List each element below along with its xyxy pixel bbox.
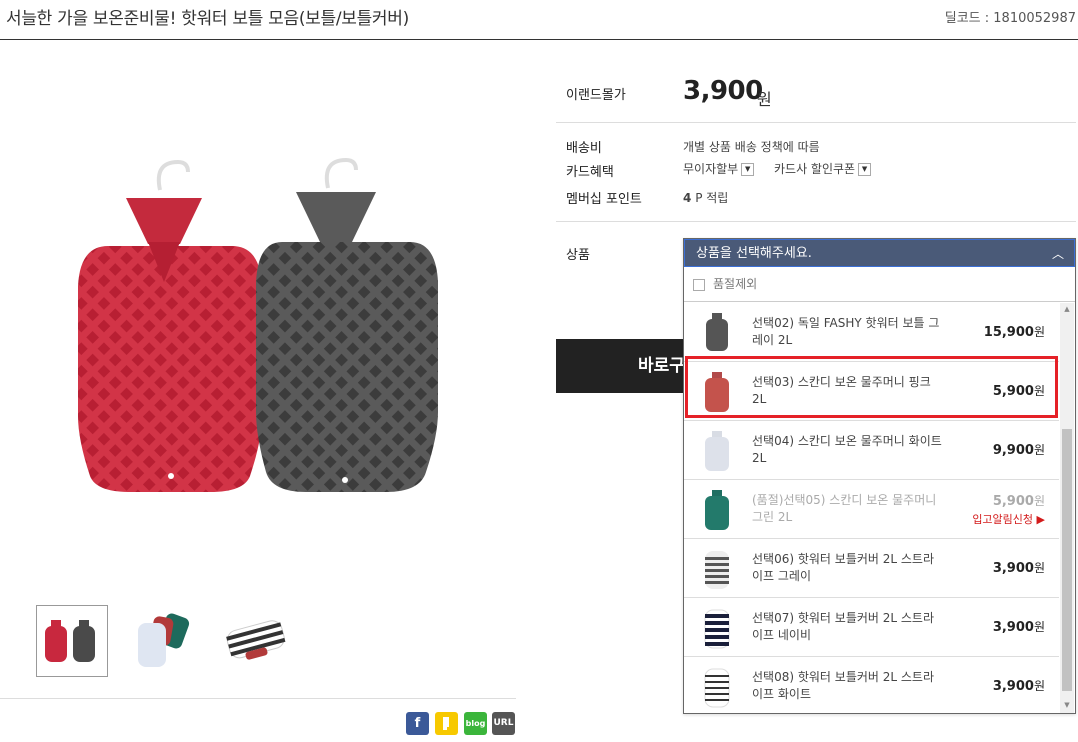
stripe-navy-cover-thumbnail [700,606,734,650]
option-item-soldout[interactable]: (품절)선택05) 스칸디 보온 물주머니 그린 2L 5,900원 입고알림신… [684,480,1059,539]
option-name: 선택07) 핫워터 보틀커버 2L 스트라이프 네이비 [752,611,935,642]
divider [556,221,1076,222]
main-product-image [70,150,450,510]
option-name: 선택08) 핫워터 보틀커버 2L 스트라이프 화이트 [752,670,935,701]
option-price: 9,900원 [993,441,1045,458]
facebook-share-icon[interactable]: f [406,712,429,735]
thumbnail-2[interactable] [130,605,202,677]
product-select-placeholder: 상품을 선택해주세요. [696,246,812,261]
divider [684,301,1075,302]
chevron-down-icon: ▼ [858,163,872,176]
membership-points: 4 P 적립 [683,189,728,206]
option-price: 3,900원 [993,677,1045,694]
option-item[interactable]: 선택07) 핫워터 보틀커버 2L 스트라이프 네이비 3,900원 [684,598,1059,657]
price-amount: 3,900 [683,76,763,106]
kakao-share-icon[interactable] [435,712,458,735]
page-title: 서늘한 가을 보온준비물! 핫워터 보틀 모음(보틀/보틀커버) [6,9,409,29]
exclude-soldout-checkbox[interactable] [693,278,705,291]
option-price-unit: 원 [1033,561,1045,575]
option-name: 선택04) 스칸디 보온 물주머니 화이트 2L [752,434,942,465]
chevron-down-icon: ▼ [741,163,755,176]
dropdown-scrollbar[interactable]: ▲ ▼ [1060,303,1074,713]
exclude-soldout-toggle[interactable]: 품절제외 [693,275,757,292]
divider [556,122,1076,123]
shipping-value: 개별 상품 배송 정책에 따름 [683,140,820,154]
option-price-value: 3,900 [992,561,1034,576]
card-coupon-select[interactable]: 카드사 할인쿠폰 ▼ [774,160,872,177]
chevron-up-icon: ︿ [1051,247,1064,261]
deal-code: 딜코드 : 1810052987 [944,11,1076,26]
selection-highlight [685,356,1058,418]
option-price: 3,900원 [993,559,1045,576]
product-select-header[interactable]: 상품을 선택해주세요. ︿ [684,239,1075,267]
option-item[interactable]: 선택08) 핫워터 보틀커버 2L 스트라이프 화이트 3,900원 [684,657,1059,716]
scroll-down-icon[interactable]: ▼ [1060,701,1074,711]
scroll-up-icon[interactable]: ▲ [1060,305,1074,315]
points-suffix: P 적립 [695,191,729,205]
option-item[interactable]: 선택06) 핫워터 보틀커버 2L 스트라이프 그레이 3,900원 [684,539,1059,598]
stripe-white-cover-thumbnail [700,665,734,709]
membership-label: 멤버십 포인트 [566,192,642,207]
option-price-value: 9,900 [992,443,1034,458]
card-coupon-label: 카드사 할인쿠폰 [774,162,856,176]
option-name: (품절)선택05) 스칸디 보온 물주머니 그린 2L [752,493,937,524]
exclude-soldout-label: 품절제외 [713,277,758,291]
scrollbar-thumb[interactable] [1062,429,1072,691]
points-value: 4 [683,191,692,205]
url-copy-icon[interactable]: URL [492,712,515,735]
option-item[interactable]: 선택04) 스칸디 보온 물주머니 화이트 2L 9,900원 [684,421,1059,480]
blog-share-icon[interactable]: blog [464,712,487,735]
installment-label: 무이자할부 [683,162,739,176]
thumbnail-1[interactable] [36,605,108,677]
option-price-unit: 원 [1033,620,1045,634]
shipping-label: 배송비 [566,141,602,156]
option-price-value: 5,900 [992,494,1034,509]
option-price-value: 3,900 [992,620,1034,635]
price-label: 이랜드몰가 [566,88,626,103]
option-price-unit: 원 [1033,443,1045,457]
stripe-gray-cover-thumbnail [700,547,734,591]
card-benefit-label: 카드혜택 [566,165,614,180]
option-price-unit: 원 [1033,679,1045,693]
installment-select[interactable]: 무이자할부 ▼ [683,160,755,177]
gray-bottle-thumbnail [700,311,734,355]
option-price: 3,900원 [993,618,1045,635]
option-price: 5,900원 [993,492,1045,509]
product-option-dropdown: 상품을 선택해주세요. ︿ 품절제외 선택02) 독일 FASHY 핫워터 보틀… [683,238,1076,714]
buy-now-button[interactable]: 바로구 [556,339,696,393]
option-price-unit: 원 [1033,494,1045,508]
green-bottle-thumbnail [700,488,734,532]
white-bottle-thumbnail [700,429,734,473]
option-price-unit: 원 [1033,325,1045,339]
option-name: 선택02) 독일 FASHY 핫워터 보틀 그레이 2L [752,316,940,347]
price-unit: 원 [757,90,772,109]
title-bar: 서늘한 가을 보온준비물! 핫워터 보틀 모음(보틀/보틀커버) 딜코드 : 1… [0,0,1078,40]
option-price: 15,900원 [984,323,1045,340]
divider [0,698,516,699]
option-price-value: 3,900 [992,679,1034,694]
option-name: 선택06) 핫워터 보틀커버 2L 스트라이프 그레이 [752,552,935,583]
option-price-value: 15,900 [983,325,1034,340]
product-label: 상품 [566,248,590,263]
option-item[interactable]: 선택02) 독일 FASHY 핫워터 보틀 그레이 2L 15,900원 [684,303,1059,362]
restock-alert-link[interactable]: 입고알림신청 ▶ [972,511,1045,527]
thumbnail-3[interactable] [222,605,294,677]
